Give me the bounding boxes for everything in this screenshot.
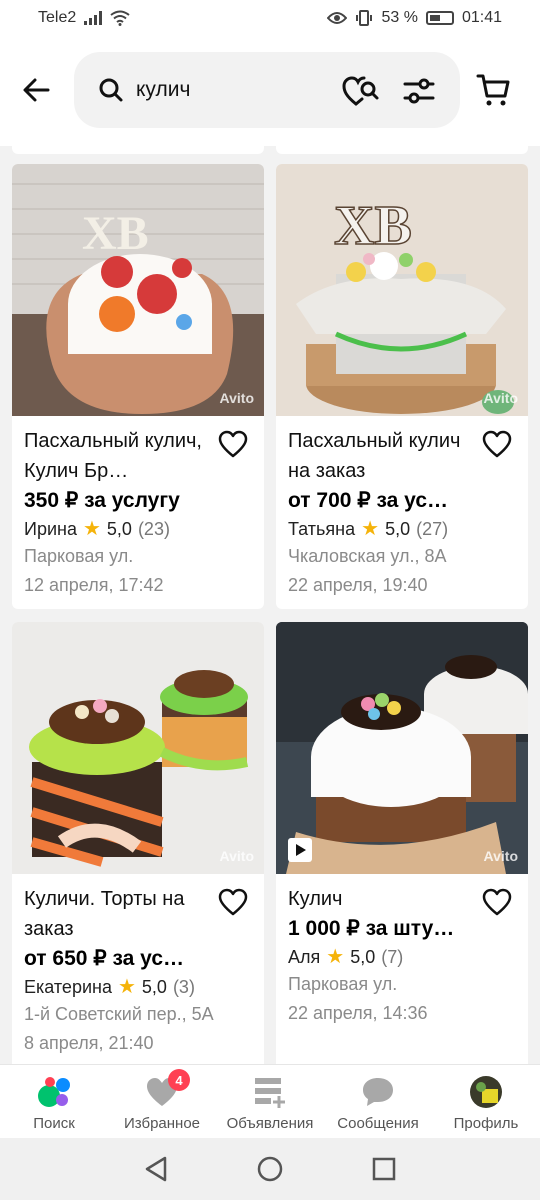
bottom-navigation: Поиск 4 Избранное Объявления Сообщения П… — [0, 1064, 540, 1138]
star-icon: ★ — [82, 518, 101, 540]
listings-feed[interactable]: ХВ Avito Пасхальный кулич, Кулич Бр… 350… — [0, 146, 540, 1064]
listing-price: 1 000 ₽ за шту… — [288, 917, 455, 940]
listing-photo: Avito — [276, 622, 528, 874]
favorite-heart-icon[interactable] — [218, 430, 248, 458]
svg-text:ХВ: ХВ — [82, 207, 149, 260]
nav-item-favorites[interactable]: 4 Избранное — [108, 1065, 216, 1138]
carrier-name: Tele2 — [38, 9, 77, 26]
star-icon: ★ — [117, 976, 136, 998]
seller-row: Аля ★ 5,0 (7) — [288, 944, 516, 970]
listing-card[interactable]: ХВ Avito Пасхальный кулич, Кулич Бр… 350… — [12, 164, 264, 609]
review-count: (23) — [137, 519, 170, 539]
heart-icon: 4 — [144, 1069, 190, 1109]
favorites-count-badge: 4 — [168, 1069, 190, 1091]
listing-date: 8 апреля, 21:40 — [24, 1033, 154, 1053]
favorite-heart-icon[interactable] — [218, 888, 248, 916]
home-circle-icon[interactable] — [256, 1155, 284, 1183]
system-navigation-bar — [0, 1138, 540, 1200]
nav-label-profile: Профиль — [453, 1115, 519, 1132]
avito-watermark: Avito — [219, 848, 254, 864]
listing-price: от 700 ₽ за ус… — [288, 489, 449, 512]
eye-icon — [327, 12, 348, 24]
status-bar: Tele2 53 % 01:41 — [0, 0, 540, 36]
cart-icon[interactable] — [476, 72, 512, 108]
previous-card-edge — [276, 146, 528, 154]
listing-date: 12 апреля, 17:42 — [24, 575, 164, 595]
previous-card-edge — [12, 146, 264, 154]
signal-icon — [84, 11, 103, 25]
listing-address: Чкаловская ул., 8А — [288, 546, 447, 566]
svg-text:ХВ: ХВ — [334, 195, 412, 257]
listing-photo: ХВ Avito — [276, 164, 528, 416]
avatar — [470, 1076, 502, 1108]
seller-name: Ирина — [24, 519, 77, 539]
review-count: (3) — [172, 977, 195, 997]
search-query: кулич — [136, 78, 191, 101]
listing-address: Парковая ул. — [24, 546, 134, 566]
chat-bubble-icon — [363, 1078, 393, 1106]
battery-icon — [425, 11, 454, 25]
nav-item-profile[interactable]: Профиль — [432, 1065, 540, 1138]
back-arrow-icon[interactable] — [18, 72, 54, 108]
search-icon — [99, 78, 123, 102]
vibrate-icon — [356, 10, 373, 26]
video-badge-icon — [288, 838, 312, 862]
star-icon: ★ — [326, 946, 345, 968]
seller-row: Екатерина ★ 5,0 (3) — [24, 974, 252, 1000]
recents-square-icon[interactable] — [371, 1156, 397, 1182]
wifi-icon — [110, 10, 130, 26]
seller-rating: 5,0 — [350, 947, 376, 967]
nav-item-search[interactable]: Поиск — [0, 1065, 108, 1138]
listing-date: 22 апреля, 19:40 — [288, 575, 428, 595]
listing-address: Парковая ул. — [288, 974, 398, 994]
search-header: кулич — [0, 36, 540, 146]
avito-watermark: Avito — [483, 390, 518, 406]
review-count: (27) — [416, 519, 449, 539]
listings-add-icon — [255, 1078, 285, 1108]
favorite-heart-icon[interactable] — [482, 888, 512, 916]
seller-name: Татьяна — [288, 519, 356, 539]
seller-row: Ирина ★ 5,0 (23) — [24, 516, 252, 542]
search-input[interactable]: кулич — [74, 52, 460, 128]
avito-watermark: Avito — [219, 390, 254, 406]
battery-percent: 53 % — [381, 9, 418, 26]
search-dots-icon — [38, 1077, 70, 1107]
nav-item-listings[interactable]: Объявления — [216, 1065, 324, 1138]
nav-item-messages[interactable]: Сообщения — [324, 1065, 432, 1138]
favorite-heart-icon[interactable] — [482, 430, 512, 458]
listing-card[interactable]: ХВ Avito Пасхальный кулич на заказ от 70… — [276, 164, 528, 609]
nav-label-search: Поиск — [33, 1115, 75, 1132]
seller-row: Татьяна ★ 5,0 (27) — [288, 516, 516, 542]
listing-photo: Avito — [12, 622, 264, 874]
nav-label-listings: Объявления — [226, 1115, 314, 1132]
listing-price: от 650 ₽ за ус… — [24, 947, 185, 970]
clock: 01:41 — [461, 9, 502, 26]
seller-rating: 5,0 — [141, 977, 167, 997]
listing-card[interactable]: Avito Куличи. Торты на заказ от 650 ₽ за… — [12, 622, 264, 1064]
save-search-icon[interactable] — [342, 74, 382, 108]
avito-watermark: Avito — [483, 848, 518, 864]
listing-date: 22 апреля, 14:36 — [288, 1003, 428, 1023]
nav-label-favorites: Избранное — [123, 1115, 201, 1132]
listing-price: 350 ₽ за услугу — [24, 489, 180, 512]
nav-label-messages: Сообщения — [337, 1115, 419, 1132]
listing-photo: ХВ Avito — [12, 164, 264, 416]
seller-rating: 5,0 — [106, 519, 132, 539]
seller-rating: 5,0 — [385, 519, 411, 539]
filter-icon[interactable] — [402, 74, 436, 108]
back-triangle-icon[interactable] — [143, 1155, 169, 1183]
review-count: (7) — [381, 947, 404, 967]
seller-name: Екатерина — [24, 977, 112, 997]
star-icon: ★ — [361, 518, 380, 540]
listing-address: 1-й Советский пер., 5А — [24, 1004, 214, 1024]
seller-name: Аля — [288, 947, 321, 967]
listing-card[interactable]: Avito Кулич 1 000 ₽ за шту… Аля ★ 5,0 (7… — [276, 622, 528, 1064]
